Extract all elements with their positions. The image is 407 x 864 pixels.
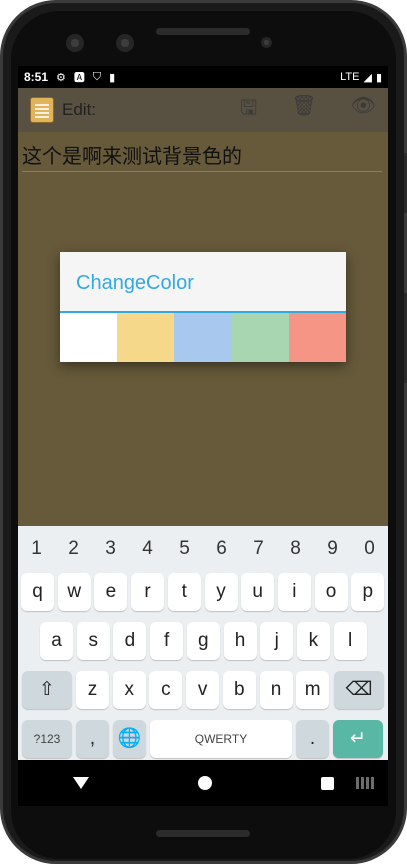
app-title: Edit: bbox=[62, 100, 97, 119]
navigation-bar bbox=[18, 760, 388, 806]
swatch-white[interactable] bbox=[60, 313, 118, 362]
status-right: LTE ◢ ▮ bbox=[340, 71, 382, 84]
home-icon[interactable] bbox=[197, 776, 212, 790]
bottom-speaker bbox=[156, 830, 250, 837]
sensor-dot bbox=[261, 37, 272, 48]
number-key[interactable]: 1 bbox=[18, 534, 55, 564]
letter-key[interactable]: j bbox=[260, 622, 294, 660]
trash-icon[interactable]: 🗑 bbox=[291, 93, 316, 127]
screen: 8:51 ⚙ 🅰 ⛉ ▮ LTE ◢ ▮ Edit: 🖫 🗑 👁 这个是啊来测试… bbox=[18, 66, 388, 806]
letter-key[interactable]: u bbox=[241, 573, 275, 611]
letter-key[interactable]: g bbox=[186, 622, 220, 660]
back-icon[interactable] bbox=[72, 777, 89, 789]
letter-key[interactable]: e bbox=[94, 573, 128, 611]
letter-key[interactable]: v bbox=[186, 671, 220, 709]
letter-key[interactable]: k bbox=[296, 622, 330, 660]
letter-key[interactable]: p bbox=[351, 573, 385, 611]
change-color-dialog: ChangeColor bbox=[60, 252, 347, 362]
letter-key[interactable]: l bbox=[333, 622, 367, 660]
swatch-yellow[interactable] bbox=[117, 313, 175, 362]
status-time: 8:51 bbox=[24, 70, 49, 84]
letter-key[interactable]: n bbox=[259, 671, 293, 709]
number-key[interactable]: 3 bbox=[92, 534, 129, 564]
comma-key[interactable]: , bbox=[76, 720, 109, 758]
letter-key[interactable]: x bbox=[112, 671, 146, 709]
signal-icon: ◢ bbox=[363, 71, 372, 84]
color-swatches bbox=[60, 313, 347, 362]
gear-icon: ⚙ bbox=[56, 71, 66, 84]
letter-key[interactable]: t bbox=[167, 573, 201, 611]
shield-icon: ⛉ bbox=[92, 70, 102, 83]
letter-key[interactable]: w bbox=[57, 573, 91, 611]
number-key[interactable]: 9 bbox=[314, 534, 351, 564]
number-key[interactable]: 4 bbox=[129, 534, 166, 564]
enter-icon[interactable]: ↵ bbox=[333, 720, 383, 758]
number-key[interactable]: 6 bbox=[203, 534, 240, 564]
number-key[interactable]: 2 bbox=[55, 534, 92, 564]
letter-key[interactable]: m bbox=[296, 671, 330, 709]
letter-key[interactable]: c bbox=[149, 671, 183, 709]
swatch-green[interactable] bbox=[231, 313, 289, 362]
letter-key[interactable]: a bbox=[40, 622, 73, 660]
soft-keyboard: 1234567890 q w e r t y u i o p a s d f g h j k l ⇧ z x c v b n m ⌫?… bbox=[18, 526, 388, 760]
symbols-key[interactable]: ?123 bbox=[22, 720, 72, 758]
front-camera-1 bbox=[66, 34, 84, 52]
number-row: 1234567890 bbox=[18, 534, 388, 564]
save-icon[interactable]: 🖫 bbox=[240, 93, 257, 127]
sd-card-icon: ▮ bbox=[109, 71, 116, 84]
number-key[interactable]: 5 bbox=[166, 534, 203, 564]
letter-key[interactable]: q bbox=[21, 573, 54, 611]
a-icon: 🅰 bbox=[73, 72, 85, 84]
recents-icon[interactable] bbox=[320, 776, 334, 790]
number-key[interactable]: 0 bbox=[351, 534, 388, 564]
letter-key[interactable]: y bbox=[204, 573, 238, 611]
app-actions: 🖫 🗑 👁 bbox=[240, 93, 376, 127]
network-label: LTE bbox=[340, 71, 360, 83]
letter-key[interactable]: z bbox=[76, 671, 109, 709]
period-key[interactable]: . bbox=[296, 720, 329, 758]
eye-icon[interactable]: 👁 bbox=[351, 93, 376, 127]
keyboard-switch-icon[interactable] bbox=[356, 777, 374, 789]
space-key[interactable]: QWERTY bbox=[150, 720, 292, 758]
shift-icon[interactable]: ⇧ bbox=[22, 671, 72, 709]
number-key[interactable]: 8 bbox=[277, 534, 314, 564]
swatch-red[interactable] bbox=[288, 313, 347, 362]
globe-icon[interactable]: 🌐 bbox=[113, 720, 146, 758]
number-key[interactable]: 7 bbox=[240, 534, 277, 564]
letter-key[interactable]: d bbox=[113, 622, 147, 660]
letter-key[interactable]: h bbox=[223, 622, 257, 660]
letter-key[interactable]: b bbox=[222, 671, 256, 709]
backspace-icon[interactable]: ⌫ bbox=[334, 671, 384, 709]
notepad-icon bbox=[30, 97, 54, 123]
letter-key[interactable]: i bbox=[277, 573, 311, 611]
app-bar: Edit: 🖫 🗑 👁 bbox=[18, 88, 388, 132]
status-bar: 8:51 ⚙ 🅰 ⛉ ▮ LTE ◢ ▮ bbox=[18, 66, 388, 88]
letter-key[interactable]: r bbox=[131, 573, 165, 611]
note-text-field[interactable]: 这个是啊来测试背景色的 bbox=[22, 140, 382, 172]
letter-key[interactable]: f bbox=[150, 622, 184, 660]
swatch-blue[interactable] bbox=[174, 313, 232, 362]
letter-key[interactable]: s bbox=[76, 622, 110, 660]
letter-key[interactable]: o bbox=[314, 573, 348, 611]
dialog-title: ChangeColor bbox=[76, 272, 194, 294]
battery-icon: ▮ bbox=[375, 71, 382, 84]
front-camera-2 bbox=[116, 34, 134, 52]
earpiece-speaker bbox=[156, 28, 250, 35]
